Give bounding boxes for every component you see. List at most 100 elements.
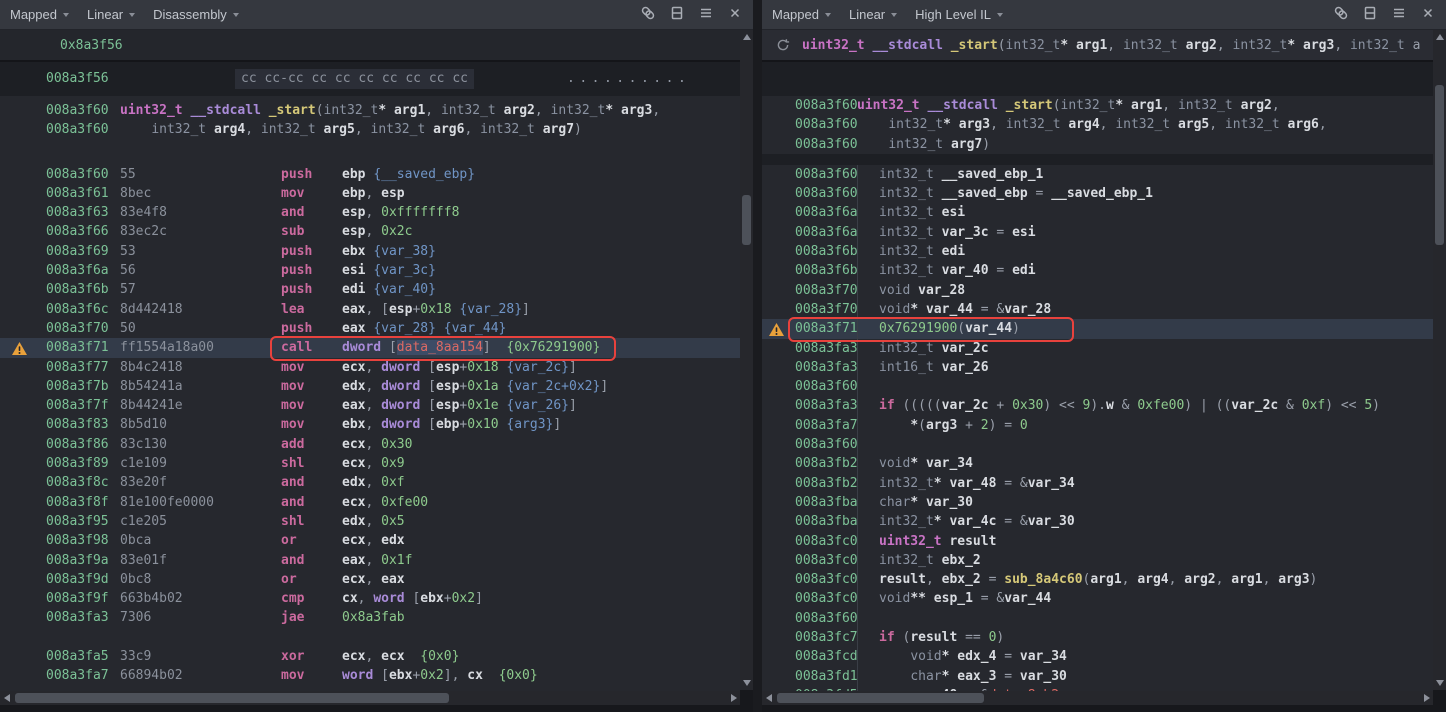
instruction-line[interactable]: 008a3f8c83e20fandedx, 0xf	[0, 473, 740, 492]
code-tokens: int32_t __saved_ebp = __saved_ebp_1	[857, 184, 1433, 203]
scroll-up-arrow[interactable]	[740, 30, 753, 44]
address-label: 008a3fba	[795, 512, 857, 531]
hlil-line[interactable]: 008a3fbaint32_t* var_4c = &var_30	[762, 512, 1433, 531]
instruction-line[interactable]: 008a3f7050pusheax {var_28} {var_44}	[0, 319, 740, 338]
byte-preview-row[interactable]: 008a3f56 cc cc-cc cc cc cc cc cc cc cc .…	[0, 69, 740, 89]
instruction-line[interactable]: 008a3f6683ec2csubesp, 0x2c	[0, 222, 740, 241]
scroll-left-arrow[interactable]	[0, 691, 13, 705]
split-view-icon[interactable]	[1362, 5, 1378, 24]
close-icon[interactable]	[1420, 5, 1436, 24]
scrollbar-thumb[interactable]	[742, 195, 751, 245]
blank-line[interactable]	[0, 628, 740, 647]
scroll-up-arrow[interactable]	[1433, 30, 1446, 44]
instruction-line[interactable]: 008a3f7f8b44241emoveax, dword [esp+0x1e …	[0, 396, 740, 415]
token-pn	[1068, 38, 1076, 53]
instruction-line[interactable]: 008a3f89c1e109shlecx, 0x9	[0, 454, 740, 473]
instruction-line[interactable]: 008a3f7b8b54241amovedx, dword [esp+0x1a …	[0, 377, 740, 396]
scrollbar-thumb[interactable]	[1435, 85, 1444, 245]
hlil-line[interactable]: 008a3f6aint32_t esi	[762, 203, 1433, 222]
hlil-signature-line[interactable]: 008a3f60 int32_t arg7)	[762, 135, 1433, 154]
disasm-signature-line[interactable]: 008a3f60 int32_t arg4, int32_t arg5, int…	[0, 120, 740, 139]
hlil-line[interactable]: 008a3fcd void* edx_4 = var_34	[762, 647, 1433, 666]
hlil-line[interactable]: 008a3fc0uint32_t result	[762, 532, 1433, 551]
hlil-line[interactable]: 008a3fb2void* var_34	[762, 454, 1433, 473]
left-horizontal-scrollbar[interactable]	[0, 691, 740, 705]
instruction-line[interactable]: 008a3f8f81e100fe0000andecx, 0xfe00	[0, 493, 740, 512]
menu-icon[interactable]	[1391, 5, 1407, 24]
left-vertical-scrollbar[interactable]	[740, 30, 753, 690]
instruction-line[interactable]: 008a3f95c1e205shledx, 0x5	[0, 512, 740, 531]
menu-icon[interactable]	[698, 5, 714, 24]
right-menu-linear[interactable]: Linear	[849, 7, 897, 22]
instruction-line[interactable]: 008a3fa533c9xorecx, ecx {0x0}	[0, 647, 740, 666]
scrollbar-thumb[interactable]	[777, 693, 984, 703]
right-horizontal-scrollbar[interactable]	[762, 691, 1433, 705]
link-icon[interactable]	[1333, 5, 1349, 24]
token-pn: =	[989, 263, 1012, 278]
left-menu-mapped[interactable]: Mapped	[10, 7, 69, 22]
hlil-line[interactable]: 008a3f6bint32_t var_40 = edi	[762, 261, 1433, 280]
instruction-line[interactable]: 008a3f778b4c2418movecx, dword [esp+0x18 …	[0, 358, 740, 377]
instruction-line[interactable]: 008a3f6c8d442418leaeax, [esp+0x18 {var_2…	[0, 300, 740, 319]
hlil-line[interactable]: 008a3f60	[762, 609, 1433, 628]
scroll-right-arrow[interactable]	[1420, 691, 1433, 705]
disasm-signature-line[interactable]: 008a3f60uint32_t __stdcall _start(int32_…	[0, 101, 740, 120]
scroll-left-arrow[interactable]	[762, 691, 775, 705]
instruction-line[interactable]: 008a3f9d0bc8orecx, eax	[0, 570, 740, 589]
scrollbar-thumb[interactable]	[15, 693, 449, 703]
token-pn: ,	[365, 205, 381, 220]
instruction-line[interactable]: 008a3f6383e4f8andesp, 0xfffffff8	[0, 203, 740, 222]
address-label: 008a3fa7	[46, 666, 110, 685]
hlil-line[interactable]: 008a3fbachar* var_30	[762, 493, 1433, 512]
hlil-line[interactable]: 008a3f70void* var_44 = &var_28	[762, 300, 1433, 319]
right-menu-view-hlil[interactable]: High Level IL	[915, 7, 1003, 22]
hlil-line[interactable]: 008a3fc0int32_t ebx_2	[762, 551, 1433, 570]
hlil-line[interactable]: 008a3fa3int32_t var_2c	[762, 339, 1433, 358]
instruction-line[interactable]: 008a3fa766894b02movword [ebx+0x2], cx {0…	[0, 666, 740, 685]
scroll-down-arrow[interactable]	[1433, 676, 1446, 690]
hlil-line[interactable]: 008a3f60int32_t __saved_ebp = __saved_eb…	[762, 184, 1433, 203]
hlil-line[interactable]: 008a3f60	[762, 377, 1433, 396]
hlil-line[interactable]: 008a3f6aint32_t var_3c = esi	[762, 223, 1433, 242]
refresh-icon[interactable]	[776, 38, 790, 52]
hlil-signature-line[interactable]: 008a3f60uint32_t __stdcall _start(int32_…	[762, 96, 1433, 115]
hlil-line[interactable]: 008a3fc0result, ebx_2 = sub_8a4c60(arg1,…	[762, 570, 1433, 589]
close-icon[interactable]	[727, 5, 743, 24]
hlil-line[interactable]: 008a3f70void var_28	[762, 281, 1433, 300]
instruction-line[interactable]: 008a3f6953pushebx {var_38}	[0, 242, 740, 261]
instruction-line[interactable]: 008a3f6055pushebp {__saved_ebp}	[0, 165, 740, 184]
instruction-line[interactable]: 008a3f71ff1554a18a00calldword [data_8aa1…	[0, 338, 740, 357]
instruction-line[interactable]: 008a3f618becmovebp, esp	[0, 184, 740, 203]
instruction-line[interactable]: 008a3f838b5d10movebx, dword [ebp+0x10 {a…	[0, 415, 740, 434]
token-pn	[943, 38, 951, 53]
scroll-down-arrow[interactable]	[740, 676, 753, 690]
hlil-line[interactable]: 008a3f6bint32_t edi	[762, 242, 1433, 261]
left-menu-view-disassembly[interactable]: Disassembly	[153, 7, 239, 22]
hlil-line[interactable]: 008a3f60int32_t __saved_ebp_1	[762, 165, 1433, 184]
instruction-line[interactable]: 008a3f6b57pushedi {var_40}	[0, 280, 740, 299]
hlil-line[interactable]: 008a3fc7if (result == 0)	[762, 628, 1433, 647]
right-vertical-scrollbar[interactable]	[1433, 30, 1446, 690]
instruction-line[interactable]: 008a3fa37306jae0x8a3fab	[0, 608, 740, 627]
hlil-line[interactable]: 008a3fa3int16_t var_26	[762, 358, 1433, 377]
hlil-signature-line[interactable]: 008a3f60 int32_t* arg3, int32_t arg4, in…	[762, 115, 1433, 134]
left-menu-linear[interactable]: Linear	[87, 7, 135, 22]
instruction-line[interactable]: 008a3f8683c130addecx, 0x30	[0, 435, 740, 454]
token-pn: ,	[365, 186, 381, 201]
instruction-line[interactable]: 008a3f6a56pushesi {var_3c}	[0, 261, 740, 280]
pane-splitter[interactable]	[753, 0, 762, 712]
split-view-icon[interactable]	[669, 5, 685, 24]
hlil-line[interactable]: 008a3fd1 char* eax_3 = var_30	[762, 667, 1433, 686]
instruction-line[interactable]: 008a3f9a83e01fandeax, 0x1f	[0, 551, 740, 570]
instruction-line[interactable]: 008a3f980bcaorecx, edx	[0, 531, 740, 550]
hlil-line[interactable]: 008a3fc0void** esp_1 = &var_44	[762, 589, 1433, 608]
link-icon[interactable]	[640, 5, 656, 24]
instruction-line[interactable]: 008a3f9f663b4b02cmpcx, word [ebx+0x2]	[0, 589, 740, 608]
hlil-line[interactable]: 008a3fa7 *(arg3 + 2) = 0	[762, 416, 1433, 435]
hlil-line[interactable]: 008a3fb2int32_t* var_48 = &var_34	[762, 474, 1433, 493]
hlil-line[interactable]: 008a3f710x76291900(var_44)	[762, 319, 1433, 338]
right-menu-mapped[interactable]: Mapped	[772, 7, 831, 22]
scroll-right-arrow[interactable]	[727, 691, 740, 705]
hlil-line[interactable]: 008a3f60	[762, 435, 1433, 454]
hlil-line[interactable]: 008a3fa3if (((((var_2c + 0x30) << 9).w &…	[762, 396, 1433, 415]
